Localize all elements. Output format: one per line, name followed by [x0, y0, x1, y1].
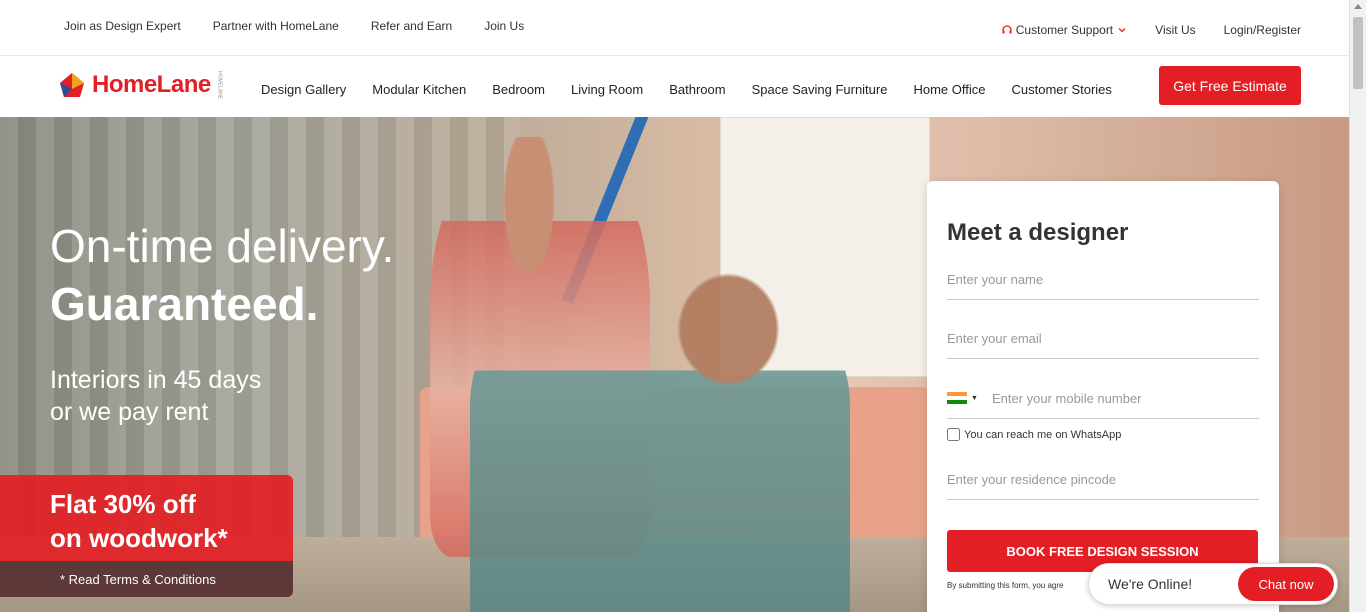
- form-disclaimer: By submitting this form, you agre: [947, 581, 1064, 590]
- house-logo-icon: [60, 73, 84, 98]
- offer-line-1: Flat 30% off: [50, 489, 196, 519]
- nav-design-gallery[interactable]: Design Gallery: [261, 82, 346, 97]
- top-right-links: Customer Support Visit Us Login/Register: [1002, 23, 1301, 37]
- name-input[interactable]: [947, 260, 1259, 300]
- brand-subtext: HOMELANE: [216, 71, 223, 100]
- offer-banner: Flat 30% off on woodwork* * Read Terms &…: [0, 475, 293, 597]
- primary-nav: Design Gallery Modular Kitchen Bedroom L…: [261, 82, 1138, 97]
- nav-bathroom[interactable]: Bathroom: [669, 82, 725, 97]
- main-navbar: HomeLane HOMELANE Design Gallery Modular…: [0, 56, 1349, 117]
- nav-space-saving-furniture[interactable]: Space Saving Furniture: [752, 82, 888, 97]
- caret-down-icon[interactable]: ▼: [971, 395, 978, 402]
- hero-photo-man: [470, 267, 850, 612]
- chevron-down-icon: [1118, 28, 1126, 33]
- offer-text: Flat 30% off on woodwork*: [50, 487, 228, 555]
- get-free-estimate-button[interactable]: Get Free Estimate: [1159, 66, 1301, 105]
- nav-customer-stories[interactable]: Customer Stories: [1011, 82, 1111, 97]
- hero-line-2: Guaranteed.: [50, 278, 319, 330]
- email-input[interactable]: [947, 319, 1259, 359]
- nav-bedroom[interactable]: Bedroom: [492, 82, 545, 97]
- join-us-link[interactable]: Join Us: [484, 19, 524, 33]
- scroll-thumb[interactable]: [1353, 17, 1363, 89]
- visit-us-link[interactable]: Visit Us: [1155, 23, 1195, 37]
- hero-subheadline: Interiors in 45 days or we pay rent: [50, 364, 261, 428]
- mobile-field: ▼: [947, 378, 1259, 419]
- join-design-expert-link[interactable]: Join as Design Expert: [64, 19, 181, 33]
- hero-sub-line-2: or we pay rent: [50, 398, 209, 426]
- whatsapp-optin[interactable]: You can reach me on WhatsApp: [947, 428, 1121, 441]
- headset-icon: [1002, 25, 1012, 34]
- form-title: Meet a designer: [947, 219, 1129, 246]
- partner-link[interactable]: Partner with HomeLane: [213, 19, 339, 33]
- hero-line-1: On-time delivery.: [50, 220, 395, 272]
- whatsapp-checkbox[interactable]: [947, 428, 960, 441]
- top-utility-bar: Join as Design Expert Partner with HomeL…: [0, 0, 1349, 56]
- top-left-links: Join as Design Expert Partner with HomeL…: [64, 19, 524, 33]
- brand-name: HomeLane: [92, 71, 211, 99]
- page-scrollbar[interactable]: [1349, 0, 1366, 612]
- nav-home-office[interactable]: Home Office: [913, 82, 985, 97]
- offer-line-2: on woodwork*: [50, 523, 228, 553]
- nav-living-room[interactable]: Living Room: [571, 82, 643, 97]
- chat-status: We're Online!: [1108, 576, 1193, 592]
- terms-conditions-link[interactable]: * Read Terms & Conditions: [0, 561, 293, 597]
- chat-now-button[interactable]: Chat now: [1238, 567, 1334, 601]
- whatsapp-label: You can reach me on WhatsApp: [964, 428, 1122, 441]
- refer-earn-link[interactable]: Refer and Earn: [371, 19, 452, 33]
- customer-support-label: Customer Support: [1015, 23, 1114, 37]
- login-register-link[interactable]: Login/Register: [1224, 23, 1301, 37]
- pincode-input[interactable]: [947, 460, 1259, 500]
- homelane-logo[interactable]: HomeLane HOMELANE: [58, 71, 223, 99]
- scroll-up-arrow-icon[interactable]: [1354, 4, 1362, 9]
- meet-designer-form: Meet a designer ▼ You can reach me on Wh…: [927, 181, 1279, 612]
- chat-widget: We're Online! Chat now: [1088, 563, 1338, 605]
- hero-sub-line-1: Interiors in 45 days: [50, 366, 262, 394]
- nav-modular-kitchen[interactable]: Modular Kitchen: [372, 82, 466, 97]
- mobile-input[interactable]: [991, 379, 1259, 417]
- customer-support-dropdown[interactable]: Customer Support: [1002, 23, 1127, 37]
- hero-headline: On-time delivery. Guaranteed.: [50, 217, 394, 333]
- india-flag-icon[interactable]: [947, 391, 967, 405]
